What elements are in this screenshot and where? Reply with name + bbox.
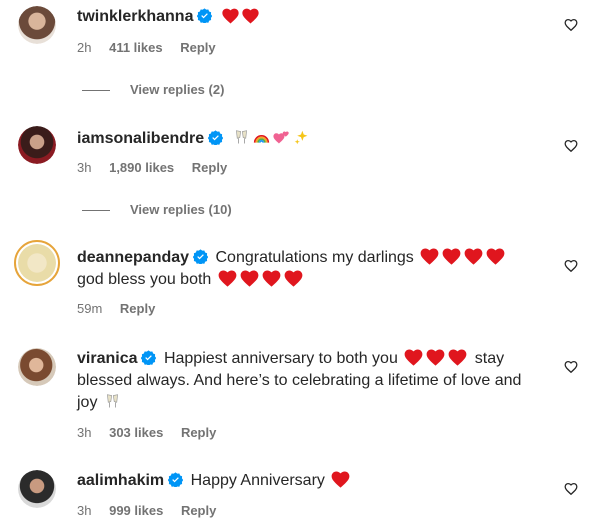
verified-badge-icon (193, 249, 208, 264)
like-heart-icon[interactable] (564, 139, 578, 153)
red-heart-icon (262, 270, 281, 287)
verified-badge-icon (168, 472, 183, 487)
sparkles-icon (294, 130, 308, 145)
clinking-glasses-icon (106, 394, 118, 408)
like-heart-icon[interactable] (564, 18, 578, 32)
likes-count[interactable]: 1,890 likes (109, 160, 174, 175)
emoji-group (222, 8, 262, 31)
username[interactable]: twinklerkhanna (77, 8, 193, 25)
comment-time: 2h (77, 40, 92, 55)
clinking-glasses-icon (235, 130, 247, 144)
likes-count[interactable]: 303 likes (109, 425, 163, 440)
emoji-group (331, 471, 353, 495)
comment-text: blessed always. And here’s to celebratin… (77, 372, 522, 389)
avatar[interactable] (14, 240, 60, 286)
comment-time: 59m (77, 301, 103, 316)
comment-text: stay (474, 350, 505, 367)
comment-text: Happiest anniversary to both you (163, 350, 398, 367)
red-heart-icon (464, 248, 483, 265)
comment-time: 3h (77, 503, 92, 518)
red-heart-icon (284, 270, 303, 287)
likes-count[interactable]: 411 likes (109, 40, 163, 55)
comment-time: 3h (77, 160, 92, 175)
replies-divider (82, 90, 110, 92)
red-heart-icon (222, 8, 239, 24)
like-heart-icon[interactable] (564, 482, 578, 496)
like-heart-icon[interactable] (564, 259, 578, 273)
comment-text: Happy Anniversary (190, 472, 325, 489)
comment-text: god bless you both (77, 271, 212, 288)
reply-button[interactable]: Reply (181, 503, 216, 518)
view-replies-button[interactable]: View replies (10) (82, 202, 232, 217)
emoji-group (218, 270, 306, 294)
username[interactable]: iamsonalibendre (77, 130, 204, 147)
rainbow-icon (253, 134, 269, 143)
emoji-group (233, 129, 313, 153)
comment-text: joy (77, 394, 98, 411)
username[interactable]: deannepanday (77, 249, 189, 266)
verified-badge-icon (141, 350, 156, 365)
avatar[interactable] (18, 126, 56, 164)
avatar[interactable] (18, 348, 56, 386)
comment-text: Congratulations my darlings (215, 249, 414, 266)
likes-count[interactable]: 999 likes (109, 503, 163, 518)
like-heart-icon[interactable] (564, 360, 578, 374)
emoji-group (104, 393, 124, 417)
red-heart-icon (240, 270, 259, 287)
reply-button[interactable]: Reply (181, 425, 216, 440)
comment-time: 3h (77, 425, 92, 440)
view-replies-button[interactable]: View replies (2) (82, 82, 224, 97)
view-replies-label: View replies (10) (130, 202, 232, 217)
red-heart-icon (448, 349, 467, 366)
reply-button[interactable]: Reply (120, 301, 155, 316)
verified-badge-icon (197, 8, 212, 23)
replies-divider (82, 210, 110, 212)
red-heart-icon (331, 471, 350, 488)
red-heart-icon (420, 248, 439, 265)
username[interactable]: viranica (77, 350, 137, 367)
two-hearts-icon (273, 131, 289, 144)
red-heart-icon (218, 270, 237, 287)
reply-button[interactable]: Reply (180, 40, 215, 55)
avatar[interactable] (18, 470, 56, 508)
red-heart-icon (404, 349, 423, 366)
red-heart-icon (486, 248, 505, 265)
red-heart-icon (426, 349, 445, 366)
reply-button[interactable]: Reply (192, 160, 227, 175)
red-heart-icon (442, 248, 461, 265)
avatar[interactable] (18, 6, 56, 44)
view-replies-label: View replies (2) (130, 82, 225, 97)
username[interactable]: aalimhakim (77, 472, 164, 489)
red-heart-icon (242, 8, 259, 24)
verified-badge-icon (208, 130, 223, 145)
